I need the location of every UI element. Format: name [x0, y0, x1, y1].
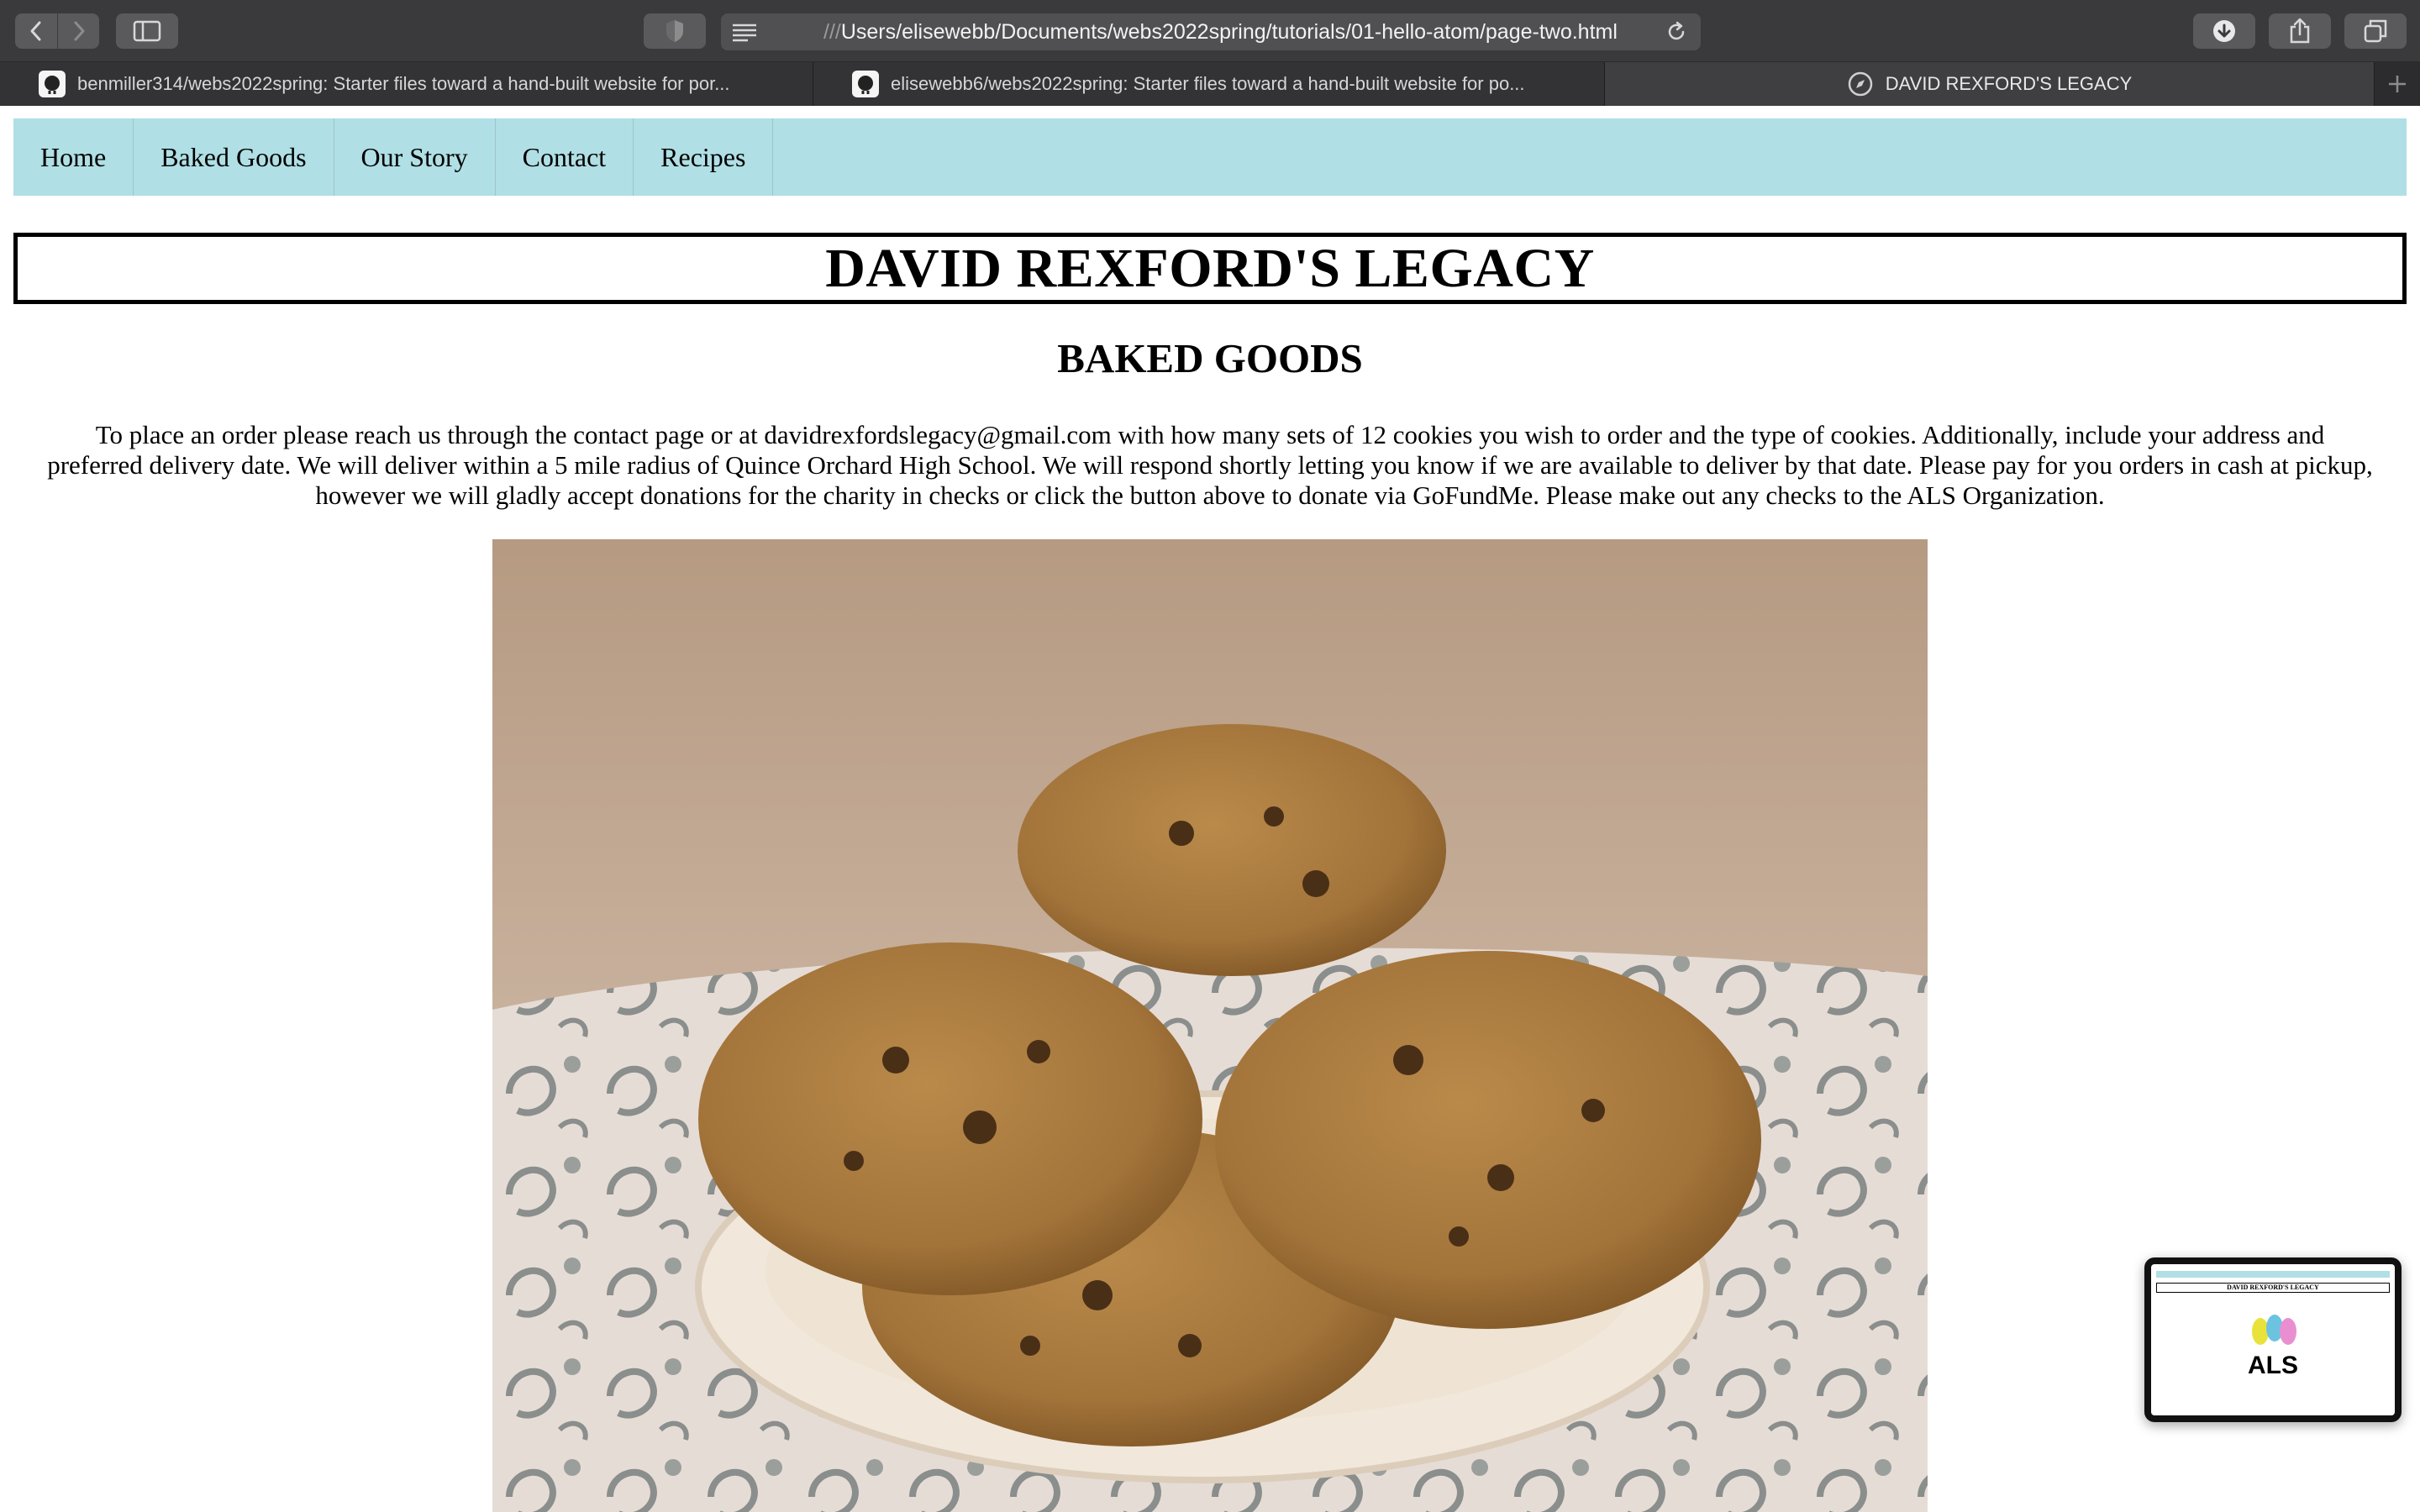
- tab-bar: benmiller314/webs2022spring: Starter fil…: [0, 62, 2420, 106]
- tab-david-rexford[interactable]: DAVID REXFORD'S LEGACY: [1605, 62, 2375, 106]
- thumbnail-title: DAVID REXFORD'S LEGACY: [2156, 1283, 2390, 1293]
- github-icon: [852, 71, 879, 97]
- tab-label: DAVID REXFORD'S LEGACY: [1885, 73, 2133, 94]
- share-button[interactable]: [2269, 13, 2331, 49]
- new-tab-button[interactable]: [2375, 62, 2420, 106]
- back-button[interactable]: [15, 13, 57, 49]
- reader-icon[interactable]: [731, 22, 758, 42]
- nav-home[interactable]: Home: [13, 118, 134, 196]
- als-ribbon-logo: ALS: [2248, 1315, 2298, 1379]
- tab-label: benmiller314/webs2022spring: Starter fil…: [77, 73, 730, 94]
- share-icon: [2290, 18, 2310, 44]
- compass-icon: [1848, 71, 1872, 97]
- reload-icon[interactable]: [1665, 21, 1687, 43]
- tab-benmiller[interactable]: benmiller314/webs2022spring: Starter fil…: [0, 62, 813, 106]
- thumbnail-preview: DAVID REXFORD'S LEGACY ALS: [2151, 1264, 2395, 1415]
- sidebar-button[interactable]: [116, 13, 178, 49]
- chevron-left-icon: [30, 21, 41, 41]
- downloads-button[interactable]: [2193, 13, 2255, 49]
- cookies-photo: [492, 539, 1928, 1512]
- url-scheme: ///: [823, 20, 841, 44]
- site-header: DAVID REXFORD'S LEGACY: [13, 233, 2407, 304]
- url-text[interactable]: ///Users/elisewebb/Documents/webs2022spr…: [823, 13, 1618, 50]
- tab-elisewebb[interactable]: elisewebb6/webs2022spring: Starter files…: [813, 62, 1605, 106]
- nav-baked-goods[interactable]: Baked Goods: [134, 118, 334, 196]
- forward-button[interactable]: [57, 13, 99, 49]
- plus-icon: [2389, 76, 2406, 92]
- nav-recipes[interactable]: Recipes: [634, 118, 774, 196]
- section-title: BAKED GOODS: [1057, 335, 1363, 381]
- site-title: DAVID REXFORD'S LEGACY: [825, 237, 1595, 299]
- tab-label: elisewebb6/webs2022spring: Starter files…: [891, 73, 1525, 94]
- download-icon: [2213, 20, 2235, 42]
- address-bar[interactable]: ///Users/elisewebb/Documents/webs2022spr…: [721, 13, 1701, 50]
- tab-overview-button[interactable]: [2344, 13, 2407, 49]
- thumbnail-logo-text: ALS: [2248, 1352, 2298, 1379]
- site-nav: Home Baked Goods Our Story Contact Recip…: [13, 118, 2407, 196]
- shield-icon: [666, 20, 683, 42]
- sidebar-icon: [133, 20, 161, 42]
- tabs-icon: [2364, 19, 2387, 43]
- history-nav: [15, 13, 99, 49]
- privacy-report-button[interactable]: [644, 13, 706, 49]
- chevron-right-icon: [74, 21, 84, 41]
- nav-our-story[interactable]: Our Story: [334, 118, 496, 196]
- order-instructions: To place an order please reach us throug…: [47, 420, 2373, 510]
- github-icon: [39, 71, 66, 97]
- thumbnail-nav: [2156, 1271, 2390, 1278]
- page-thumbnail[interactable]: DAVID REXFORD'S LEGACY ALS: [2144, 1257, 2402, 1422]
- nav-contact[interactable]: Contact: [496, 118, 634, 196]
- browser-toolbar: ///Users/elisewebb/Documents/webs2022spr…: [0, 0, 2420, 62]
